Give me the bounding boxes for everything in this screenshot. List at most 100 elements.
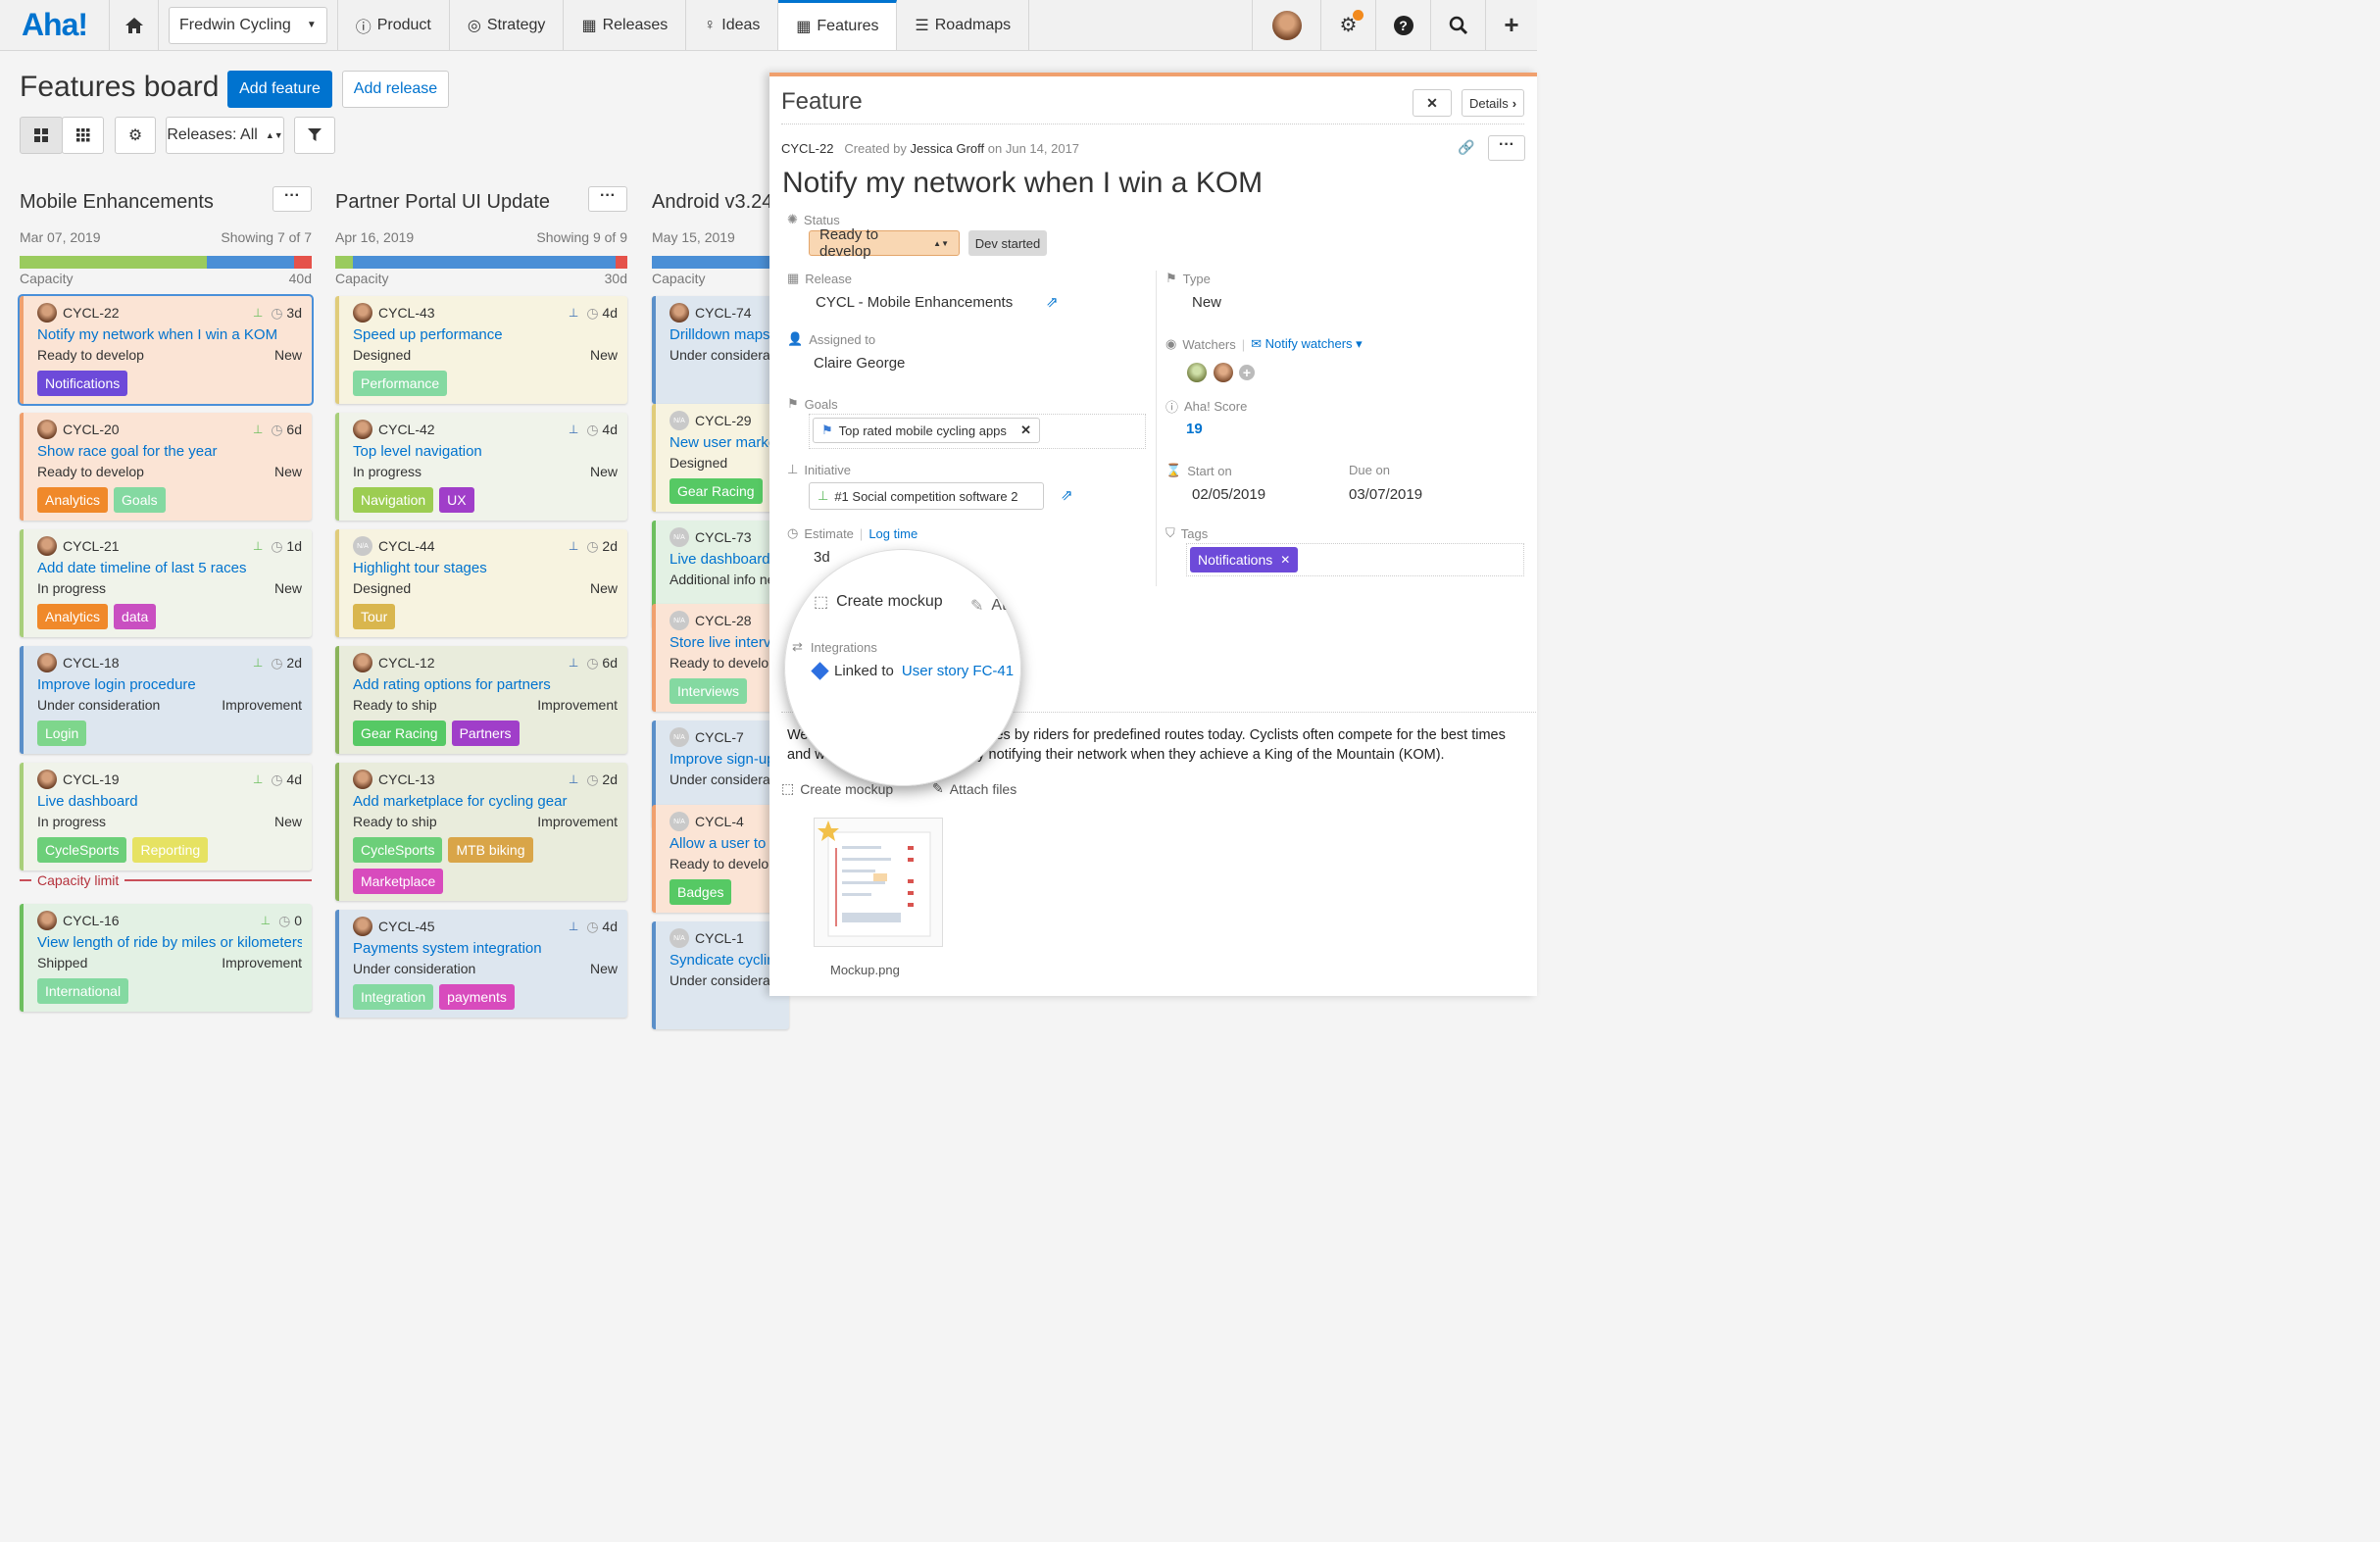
initiative-chip[interactable]: ⊥ #1 Social competition software 2 (809, 482, 1044, 510)
feature-name[interactable]: Add rating options for partners (353, 676, 618, 693)
tag[interactable]: Navigation (353, 487, 433, 513)
attach-files-link[interactable]: ✎Attach files (932, 780, 1016, 797)
more-actions-button[interactable]: ··· (1488, 135, 1525, 161)
feature-name[interactable]: View length of ride by miles or kilomete… (37, 934, 302, 951)
feature-name[interactable]: Live dashboard (37, 793, 302, 810)
mockup-thumbnail[interactable] (814, 818, 943, 947)
feature-ref[interactable]: CYCL-22 (781, 141, 833, 156)
feature-card[interactable]: CYCL-45⊥◷ 4dPayments system integrationU… (335, 910, 627, 1018)
assignee-value[interactable]: Claire George (814, 355, 905, 372)
feature-name[interactable]: Syndicate cycling (669, 952, 779, 969)
tag[interactable]: payments (439, 984, 515, 1010)
feature-name[interactable]: Store live interviews (669, 634, 779, 651)
feature-name[interactable]: Notify my network when I win a KOM (37, 326, 302, 343)
feature-name[interactable]: Top level navigation (353, 443, 618, 460)
feature-name[interactable]: Improve login procedure (37, 676, 302, 693)
tag[interactable]: Goals (114, 487, 166, 513)
feature-name[interactable]: Highlight tour stages (353, 560, 618, 576)
tag[interactable]: MTB biking (448, 837, 532, 863)
user-avatar-button[interactable] (1252, 0, 1320, 50)
tag[interactable]: Notifications (37, 371, 127, 396)
tag[interactable]: CycleSports (37, 837, 126, 863)
column-title[interactable]: Partner Portal UI Update (335, 186, 627, 218)
external-link-icon[interactable]: ⇗ (1061, 486, 1073, 504)
tag[interactable]: Marketplace (353, 869, 443, 894)
tag[interactable]: Analytics (37, 604, 108, 629)
tag[interactable]: Analytics (37, 487, 108, 513)
board-settings-button[interactable]: ⚙ (115, 117, 156, 154)
feature-name[interactable]: Payments system integration (353, 940, 618, 957)
tag[interactable]: International (37, 978, 128, 1004)
due-date[interactable]: 03/07/2019 (1349, 486, 1422, 503)
settings-button[interactable]: ⚙ (1320, 0, 1375, 50)
status-select[interactable]: Ready to develop▲▼ (809, 230, 960, 256)
watcher-avatar[interactable] (1214, 363, 1233, 382)
home-button[interactable] (110, 0, 159, 50)
link-icon[interactable]: 🔗 (1458, 139, 1474, 156)
notify-watchers-link[interactable]: ✉ Notify watchers ▾ (1251, 336, 1363, 352)
feature-card[interactable]: N/ACYCL-29New user marketingDesignedGear… (652, 404, 789, 512)
nav-product[interactable]: ⓘProduct (338, 0, 450, 50)
feature-card[interactable]: CYCL-21⊥◷ 1dAdd date timeline of last 5 … (20, 529, 312, 637)
attach-files-link[interactable]: ✎Attach files (970, 596, 1021, 616)
feature-card[interactable]: CYCL-43⊥◷ 4dSpeed up performanceDesigned… (335, 296, 627, 404)
feature-name[interactable]: New user marketing (669, 434, 779, 451)
integration-link[interactable]: Linked to User story FC-41 (814, 663, 1014, 679)
tag[interactable]: Integration (353, 984, 433, 1010)
column-more-button[interactable]: ··· (588, 186, 627, 212)
nav-ideas[interactable]: ♀Ideas (686, 0, 778, 50)
feature-name[interactable]: Allow a user to go (669, 835, 779, 852)
start-date[interactable]: 02/05/2019 (1192, 486, 1265, 503)
feature-card[interactable]: N/ACYCL-4Allow a user to goReady to deve… (652, 805, 789, 913)
nav-strategy[interactable]: ◎Strategy (450, 0, 565, 50)
tag[interactable]: Badges (669, 879, 731, 905)
create-mockup-link[interactable]: ⬚Create mockup (814, 592, 943, 612)
feature-card[interactable]: N/ACYCL-28Store live interviewsReady to … (652, 604, 789, 712)
tag[interactable]: Tour (353, 604, 395, 629)
feature-card[interactable]: CYCL-18⊥◷ 2dImprove login procedureUnder… (20, 646, 312, 754)
feature-name[interactable]: Show race goal for the year (37, 443, 302, 460)
external-link-icon[interactable]: ⇗ (1046, 293, 1059, 311)
feature-name[interactable]: Drilldown maps (669, 326, 779, 343)
feature-name[interactable]: Add date timeline of last 5 races (37, 560, 302, 576)
add-feature-button[interactable]: Add feature (227, 71, 332, 108)
feature-card[interactable]: CYCL-74Drilldown mapsUnder consideration (652, 296, 789, 404)
feature-card[interactable]: CYCL-42⊥◷ 4dTop level navigationIn progr… (335, 413, 627, 521)
column-more-button[interactable]: ··· (273, 186, 312, 212)
estimate-value[interactable]: 3d (814, 549, 830, 566)
tag[interactable]: UX (439, 487, 473, 513)
feature-card[interactable]: CYCL-12⊥◷ 6dAdd rating options for partn… (335, 646, 627, 754)
details-button[interactable]: Details› (1462, 89, 1524, 117)
tag[interactable]: Reporting (132, 837, 208, 863)
tag[interactable]: Performance (353, 371, 447, 396)
add-watcher-icon[interactable]: + (1239, 365, 1255, 380)
type-value[interactable]: New (1192, 294, 1221, 311)
add-release-button[interactable]: Add release (342, 71, 449, 108)
remove-icon[interactable]: ✕ (1280, 553, 1290, 567)
tag[interactable]: Login (37, 721, 86, 746)
card-view-toggle[interactable] (20, 117, 63, 154)
score-value[interactable]: 19 (1186, 421, 1203, 437)
nav-features[interactable]: ▦Features (778, 0, 897, 50)
feature-name[interactable]: Notify my network when I win a KOM (782, 167, 1263, 200)
filter-button[interactable] (294, 117, 335, 154)
feature-card[interactable]: CYCL-13⊥◷ 2dAdd marketplace for cycling … (335, 763, 627, 901)
aha-logo[interactable]: Aha! (0, 0, 110, 50)
tag[interactable]: Interviews (669, 678, 747, 704)
releases-filter-select[interactable]: Releases: All▲▼ (166, 117, 284, 154)
feature-name[interactable]: Add marketplace for cycling gear (353, 793, 618, 810)
workspace-select[interactable]: Fredwin Cycling ▼ (169, 7, 327, 44)
feature-card[interactable]: N/ACYCL-1Syndicate cyclingUnder consider… (652, 921, 789, 1029)
feature-card[interactable]: CYCL-22⊥◷ 3dNotify my network when I win… (20, 296, 312, 404)
tag[interactable]: data (114, 604, 156, 629)
add-button[interactable]: + (1485, 0, 1537, 50)
tag[interactable]: CycleSports (353, 837, 442, 863)
tag[interactable]: Gear Racing (669, 478, 763, 504)
column-title[interactable]: Mobile Enhancements (20, 186, 312, 218)
help-button[interactable]: ? (1375, 0, 1430, 50)
feature-name[interactable]: Live dashboard (669, 551, 779, 568)
close-button[interactable]: ✕ (1413, 89, 1452, 117)
feature-card[interactable]: CYCL-19⊥◷ 4dLive dashboardIn progressNew… (20, 763, 312, 870)
feature-name[interactable]: Improve sign-up (669, 751, 779, 768)
feature-card[interactable]: CYCL-16⊥◷ 0View length of ride by miles … (20, 904, 312, 1012)
